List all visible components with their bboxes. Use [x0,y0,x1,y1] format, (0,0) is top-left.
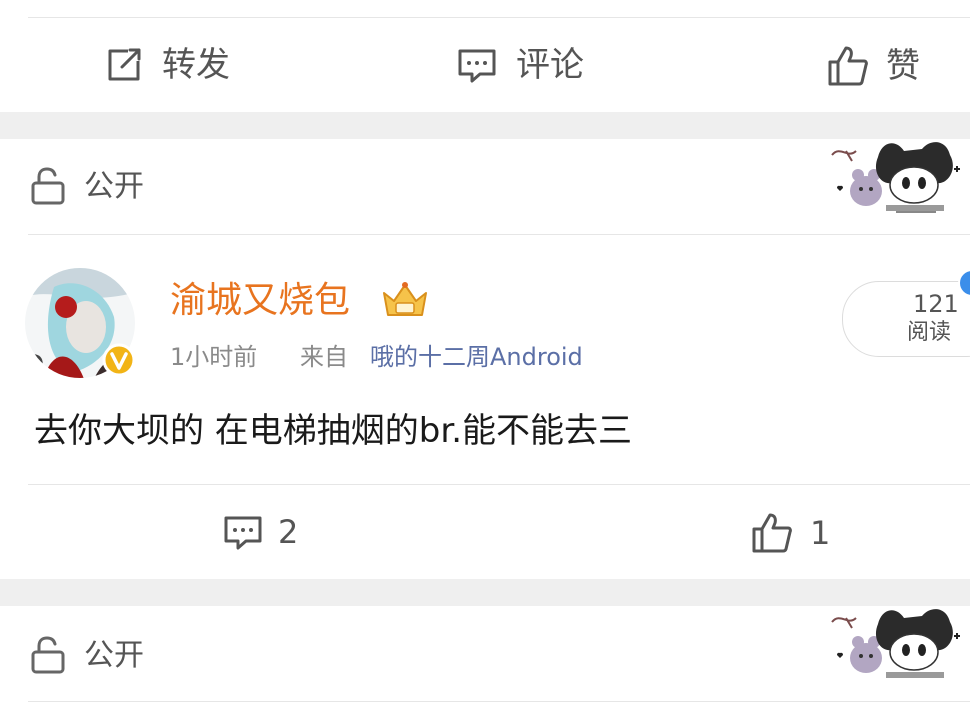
repost-icon [108,48,141,81]
action-bar-card: 转发 评论 赞 [0,0,970,112]
views-pill[interactable]: 121 阅读 [842,281,970,357]
like-label: 赞 [886,46,920,86]
privacy-label: 公开 [84,638,144,673]
likes-count: 1 [810,514,831,552]
post-time: 1小时前 [170,343,258,371]
kuromi-sticker-decoration [826,139,966,215]
privacy-label: 公开 [84,169,144,204]
kuromi-sticker-decoration [826,606,966,682]
views-label: 阅读 [907,320,952,345]
verified-badge-icon [102,343,136,377]
unlock-icon [31,636,65,674]
thumbs-up-icon [828,46,868,86]
comment-label: 评论 [516,45,584,85]
crown-badge-icon[interactable] [380,281,430,321]
privacy-row[interactable]: 公开 [30,167,170,207]
divider [28,234,970,235]
privacy-row[interactable]: 公开 [30,636,170,676]
repost-button[interactable]: 转发 [104,45,244,87]
source-link[interactable]: 哦的十二周Android [370,342,583,372]
source-prefix: 来自 [300,343,348,371]
comment-icon [224,516,262,550]
username[interactable]: 渝城又烧包 [170,279,350,323]
divider [28,701,970,702]
like-button[interactable]: 赞 [826,44,936,88]
divider [28,17,970,18]
comment-button[interactable]: 评论 [456,45,596,87]
post-comment-button[interactable]: 2 [222,512,312,554]
post-content: 去你大坝的 在电梯抽烟的br.能不能去三 [34,411,633,451]
comment-icon [458,49,496,83]
unlock-icon [31,167,65,205]
post-like-button[interactable]: 1 [750,511,840,555]
avatar[interactable] [24,267,136,379]
thumbs-up-icon [752,513,792,553]
comments-count: 2 [278,513,299,551]
views-count: 121 [913,290,959,318]
next-post-card: 公开 [0,606,970,727]
post-card: 公开 渝城又烧包 1小时前 来自 哦的十二周Android 121 阅读 去你大… [0,139,970,579]
repost-label: 转发 [162,45,230,85]
divider [28,484,970,485]
